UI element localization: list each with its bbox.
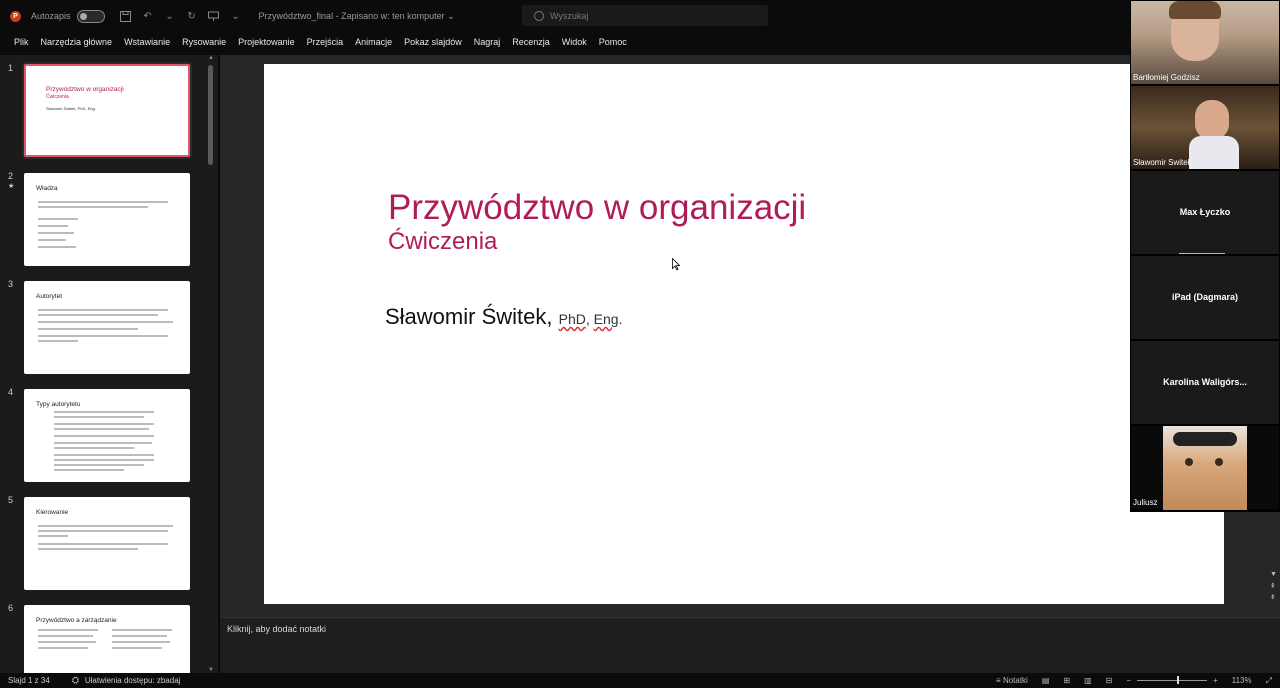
participant-tile-4[interactable]: iPad (Dagmara) xyxy=(1131,256,1279,339)
fit-slide-icon[interactable]: ⤢ xyxy=(1266,676,1272,686)
slide-thumbnail-6[interactable]: Przywództwo a zarządzanie xyxy=(24,605,190,673)
current-slide[interactable]: Przywództwo w organizacji Ćwiczenia Sław… xyxy=(264,64,1224,604)
notes-placeholder[interactable]: Kliknij, aby dodać notatki xyxy=(227,624,326,634)
search-icon xyxy=(534,10,544,21)
zoom-slider[interactable] xyxy=(1137,676,1208,684)
zoom-in-icon[interactable]: + xyxy=(1213,676,1218,685)
participant-tile-1[interactable]: Bartłomiej Godzisz xyxy=(1131,1,1279,84)
thumbnails-scrollbar[interactable]: ▲ ▼ xyxy=(207,55,215,673)
slide-counter: Slajd 1 z 34 xyxy=(8,676,50,685)
mouse-cursor-icon xyxy=(672,258,680,271)
menu-record[interactable]: Nagraj xyxy=(474,37,501,47)
menu-review[interactable]: Recenzja xyxy=(512,37,550,47)
previous-slide-icon[interactable]: ⇞ xyxy=(1270,582,1276,590)
search-box[interactable]: Wyszukaj xyxy=(522,5,768,26)
thumb-number: 6 xyxy=(8,603,14,613)
ribbon-tabs: Plik Narzędzia główne Wstawianie Rysowan… xyxy=(0,32,1130,52)
undo-dropdown-icon[interactable]: ⌄ xyxy=(162,9,178,23)
status-right-controls: ≡ Notatki ▤ ⊞ ▥ ⊟ − + 113% ⤢ xyxy=(982,673,1272,688)
status-bar: Slajd 1 z 34 ⛭ Ułatwienia dostępu: zbada… xyxy=(0,673,1280,688)
scroll-up-icon[interactable]: ▲ xyxy=(207,55,215,61)
menu-insert[interactable]: Wstawianie xyxy=(124,37,170,47)
undo-icon[interactable]: ↶ xyxy=(140,9,156,23)
slide-thumbnail-1[interactable]: Przywództwo w organizacji Ćwiczenia Sław… xyxy=(24,64,190,157)
participant-name: Sławomir Switek xyxy=(1133,158,1192,167)
participant-tile-6[interactable]: Juliusz xyxy=(1131,426,1279,510)
slide-thumbnail-5[interactable]: Kierowanie xyxy=(24,497,190,590)
slide-author[interactable]: Sławomir Świtek, PhD, Eng. xyxy=(385,304,622,330)
menu-draw[interactable]: Rysowanie xyxy=(182,37,226,47)
menu-design[interactable]: Projektowanie xyxy=(238,37,295,47)
participant-tile-5[interactable]: Karolina Waligórs... xyxy=(1131,341,1279,424)
thumb-title: Typy autorytetu xyxy=(36,401,81,408)
participant-tile-3[interactable]: Max Łyczko xyxy=(1131,171,1279,254)
menu-slideshow[interactable]: Pokaz slajdów xyxy=(404,37,462,47)
autosave-label: Autozapis xyxy=(31,11,71,21)
participant-video xyxy=(1195,100,1229,140)
save-icon[interactable] xyxy=(118,9,134,23)
thumb-author: Sławomir Świtek, PhD, Eng. xyxy=(46,106,96,111)
thumb-number: 1 xyxy=(8,63,14,73)
scroll-thumb[interactable] xyxy=(208,65,213,165)
powerpoint-logo-icon: P xyxy=(10,10,21,22)
accessibility-label: Ułatwienia dostępu: zbadaj xyxy=(84,676,181,685)
notes-pane[interactable]: Kliknij, aby dodać notatki xyxy=(220,617,1280,673)
menu-view[interactable]: Widok xyxy=(562,37,587,47)
thumb-subtitle: Ćwiczenia xyxy=(46,94,69,100)
slide-subtitle[interactable]: Ćwiczenia xyxy=(388,228,497,256)
animation-star-icon: ★ xyxy=(8,183,15,190)
participant-name: Max Łyczko xyxy=(1179,207,1231,217)
thumb-title: Kierowanie xyxy=(36,509,69,516)
present-icon[interactable] xyxy=(206,9,222,23)
participant-video xyxy=(1163,426,1247,510)
thumb-number: 2 xyxy=(8,171,14,181)
participant-name: Juliusz xyxy=(1133,498,1158,507)
menu-transitions[interactable]: Przejścia xyxy=(307,37,344,47)
search-placeholder: Wyszukaj xyxy=(550,10,589,21)
zoom-out-icon[interactable]: − xyxy=(1126,676,1131,685)
participant-name: iPad (Dagmara) xyxy=(1171,292,1239,302)
reading-view-icon[interactable]: ▥ xyxy=(1084,676,1092,685)
thumb-number: 4 xyxy=(8,387,14,397)
slide-thumbnail-3[interactable]: Autorytet xyxy=(24,281,190,374)
thumb-title: Władza xyxy=(36,185,58,192)
author-name: Sławomir Świtek, xyxy=(385,304,553,329)
zoom-level[interactable]: 113% xyxy=(1232,676,1252,685)
slideshow-view-icon[interactable]: ⊟ xyxy=(1106,676,1113,685)
slide-sorter-icon[interactable]: ⊞ xyxy=(1063,676,1070,685)
participant-tile-2[interactable]: Sławomir Switek xyxy=(1131,86,1279,169)
thumb-number: 5 xyxy=(8,495,14,505)
menu-home[interactable]: Narzędzia główne xyxy=(41,37,113,47)
accessibility-checker[interactable]: ⛭ Ułatwienia dostępu: zbadaj xyxy=(71,675,181,686)
menu-animations[interactable]: Animacje xyxy=(355,37,392,47)
autosave-toggle[interactable] xyxy=(76,9,105,23)
menu-help[interactable]: Pomoc xyxy=(599,37,627,47)
participant-name: Karolina Waligórs... xyxy=(1163,377,1247,387)
slide-title[interactable]: Przywództwo w organizacji xyxy=(388,188,806,228)
zoom-slider-knob[interactable] xyxy=(1177,676,1180,684)
accessibility-icon: ⛭ xyxy=(71,675,80,685)
menu-file[interactable]: Plik xyxy=(14,37,29,47)
thumb-title: Przywództwo a zarządzanie xyxy=(36,617,117,624)
redo-icon[interactable]: ↻ xyxy=(184,9,200,23)
scroll-down-icon[interactable]: ▼ xyxy=(1270,571,1277,578)
slide-thumbnails-pane: 1 Przywództwo w organizacji Ćwiczenia Sł… xyxy=(0,55,218,673)
video-participants-panel: Bartłomiej Godzisz Sławomir Switek Max Ł… xyxy=(1130,0,1280,512)
thumb-title: Autorytet xyxy=(36,293,63,300)
slide-thumbnail-2[interactable]: Władza xyxy=(24,173,190,266)
author-degree: PhD, Eng. xyxy=(558,311,623,327)
document-title[interactable]: Przywództwo_final - Zapisano w: ten komp… xyxy=(259,11,455,22)
normal-view-icon[interactable]: ▤ xyxy=(1042,676,1050,685)
thumb-title: Przywództwo w organizacji xyxy=(46,86,124,93)
participant-name: Bartłomiej Godzisz xyxy=(1133,73,1200,82)
next-slide-icon[interactable]: ⇟ xyxy=(1270,593,1276,601)
customize-toolbar-icon[interactable]: ⌄ xyxy=(228,9,244,23)
notes-toggle[interactable]: ≡ Notatki xyxy=(996,676,1028,685)
slide-thumbnail-4[interactable]: Typy autorytetu xyxy=(24,389,190,482)
thumb-number: 3 xyxy=(8,279,14,289)
